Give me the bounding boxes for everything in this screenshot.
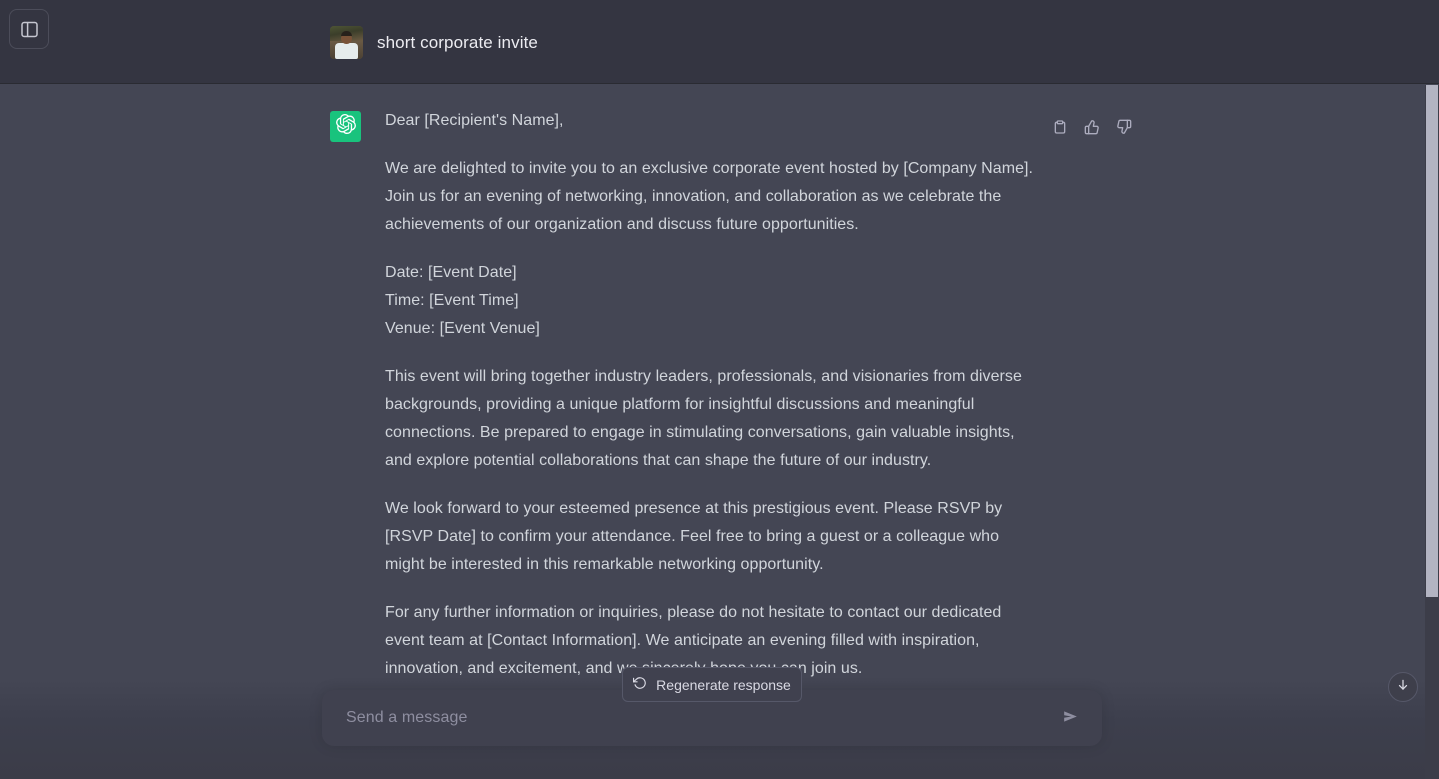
top-header-bar: short corporate invite (0, 0, 1439, 84)
paragraph-greeting: Dear [Recipient's Name], (385, 112, 564, 129)
send-arrow-icon (1061, 707, 1080, 729)
sidebar-toggle-button[interactable] (9, 9, 49, 49)
event-details-block: Date: [Event Date] Time: [Event Time] Ve… (385, 259, 1041, 343)
chat-app-window: short corporate invite Dear [Recipient's… (0, 0, 1439, 779)
regenerate-label: Regenerate response (656, 676, 791, 693)
page-title: short corporate invite (377, 32, 538, 52)
vertical-scrollbar-thumb[interactable] (1426, 85, 1438, 597)
scroll-to-bottom-button[interactable] (1388, 672, 1418, 702)
paragraph-rsvp: We look forward to your esteemed presenc… (385, 500, 1003, 573)
arrow-down-icon (1396, 678, 1410, 697)
sidebar-toggle-icon (20, 21, 38, 38)
message-action-bar (1048, 116, 1136, 140)
conversation-header: short corporate invite (330, 0, 538, 84)
thumbs-down-button[interactable] (1112, 116, 1136, 140)
event-date-line: Date: [Event Date] (385, 264, 517, 281)
clipboard-icon (1052, 119, 1068, 138)
assistant-message: Dear [Recipient's Name], We are delighte… (0, 85, 1439, 703)
send-button[interactable] (1052, 700, 1088, 736)
copy-button[interactable] (1048, 116, 1072, 140)
message-input[interactable] (322, 709, 1052, 727)
assistant-avatar (330, 111, 361, 142)
message-text: Dear [Recipient's Name], We are delighte… (385, 107, 1041, 703)
thumbs-down-icon (1116, 119, 1132, 138)
paragraph-about-event: This event will bring together industry … (385, 368, 1022, 469)
avatar (330, 25, 363, 59)
thumbs-up-button[interactable] (1080, 116, 1104, 140)
paragraph-intro: We are delighted to invite you to an exc… (385, 160, 1034, 233)
refresh-icon (633, 676, 647, 693)
event-venue-line: Venue: [Event Venue] (385, 320, 540, 337)
event-time-line: Time: [Event Time] (385, 292, 519, 309)
thumbs-up-icon (1084, 119, 1100, 138)
regenerate-response-button[interactable]: Regenerate response (622, 667, 802, 702)
openai-logo-icon (335, 114, 356, 139)
